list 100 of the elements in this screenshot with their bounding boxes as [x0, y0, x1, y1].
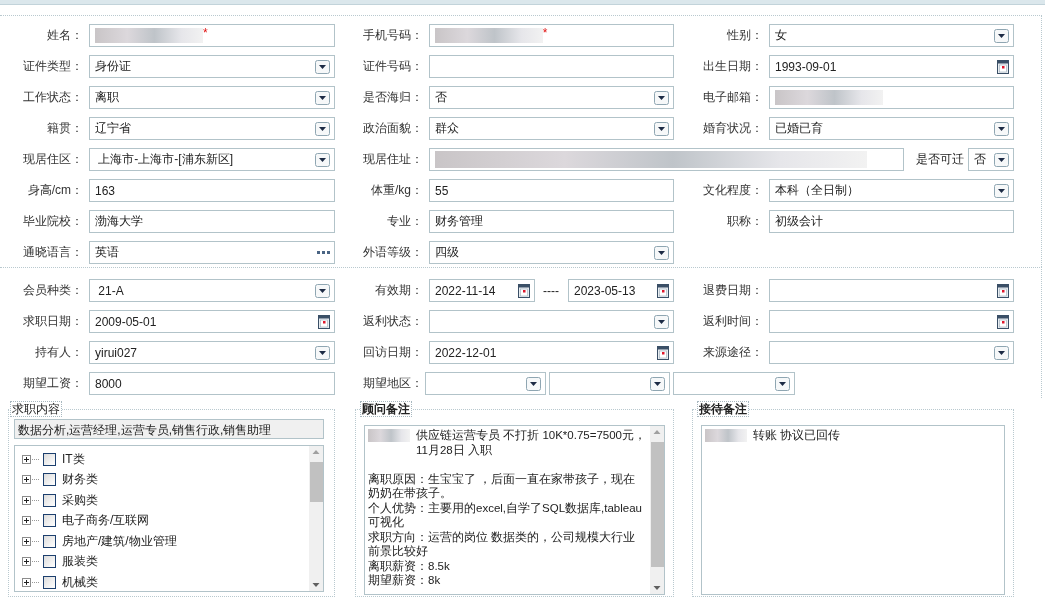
- note-text: 转账 协议已回传: [753, 428, 842, 443]
- scrollbar-thumb[interactable]: [650, 442, 664, 567]
- text-field[interactable]: [429, 148, 904, 171]
- tree-item[interactable]: 机械类: [62, 573, 98, 591]
- field-label: 性别：: [726, 27, 764, 44]
- tree-item[interactable]: 电子商务/互联网: [62, 512, 150, 530]
- field-label: 外语等级：: [362, 244, 424, 261]
- text-field[interactable]: *: [89, 24, 335, 47]
- dropdown-field[interactable]: 女: [769, 24, 1014, 47]
- dropdown-field[interactable]: [673, 372, 795, 395]
- lookup-field[interactable]: 英语: [89, 241, 335, 264]
- field-label: 工作状态：: [22, 89, 84, 106]
- field-label: 体重/kg：: [370, 182, 424, 199]
- field-label: 毕业院校：: [22, 213, 84, 230]
- expand-icon[interactable]: [22, 577, 31, 587]
- dropdown-field[interactable]: yirui027: [89, 341, 335, 364]
- tree-item[interactable]: IT类: [62, 450, 85, 468]
- calendar-icon[interactable]: [318, 314, 330, 329]
- text-field[interactable]: 渤海大学: [89, 210, 335, 233]
- checkbox[interactable]: [43, 555, 56, 569]
- scrollbar[interactable]: [650, 426, 664, 594]
- field-label: 电子邮箱：: [702, 89, 764, 106]
- dropdown-field[interactable]: 已婚已育: [769, 117, 1014, 140]
- text-field[interactable]: 初级会计: [769, 210, 1014, 233]
- text-field[interactable]: *: [429, 24, 674, 47]
- note-text: 离职薪资：8.5k: [368, 558, 451, 573]
- checkbox[interactable]: [43, 493, 56, 507]
- field-label: 政治面貌：: [362, 120, 424, 137]
- field-label: 身高/cm：: [26, 182, 84, 199]
- notes-field[interactable]: 供应链运营专员 不打折 10K*0.75=7500元，11月28日 入职 离职原因：生宝宝了 ，后面一直在家带孩子，现在奶奶在带孩子。 个人优势：主要用的excel,自学了SQL数据库,tableau可视化 求职方向：运营的岗位 数据类的，公司规模大行业前景比较好 离职薪资：8.5k 期望薪资：8k: [364, 425, 665, 595]
- blurred-text: [368, 429, 410, 442]
- dropdown-field[interactable]: 辽宁省: [89, 117, 335, 140]
- expand-icon[interactable]: [22, 495, 31, 505]
- field-label: 通晓语言：: [22, 244, 84, 261]
- date-field[interactable]: 2009-05-01: [89, 310, 335, 333]
- dropdown-field[interactable]: 身份证: [89, 55, 335, 78]
- field-label: 会员种类：: [22, 282, 84, 299]
- dropdown-field[interactable]: 否: [968, 148, 1014, 171]
- scrollbar[interactable]: [309, 446, 323, 591]
- field-label: 求职日期：: [22, 313, 84, 330]
- date-field[interactable]: [769, 279, 1014, 302]
- field-label: 籍贯：: [46, 120, 84, 137]
- field-label: 是否可迁: [915, 151, 965, 168]
- calendar-icon[interactable]: [997, 59, 1009, 74]
- text-field[interactable]: [429, 55, 674, 78]
- dropdown-field[interactable]: 上海市-上海市-[浦东新区]: [89, 148, 335, 171]
- dropdown-field[interactable]: 否: [429, 86, 674, 109]
- dropdown-field[interactable]: [425, 372, 546, 395]
- notes-field[interactable]: 转账 协议已回传: [701, 425, 1005, 595]
- field-label: 退费日期：: [702, 282, 764, 299]
- date-field[interactable]: 1993-09-01: [769, 55, 1014, 78]
- dropdown-field[interactable]: [549, 372, 670, 395]
- field-label: 期望工资：: [22, 375, 84, 392]
- text-field[interactable]: 8000: [89, 372, 335, 395]
- calendar-icon[interactable]: [518, 283, 530, 298]
- dropdown-field[interactable]: [769, 341, 1014, 364]
- selection-summary-field[interactable]: 数据分析,运营经理,运营专员,销售行政,销售助理: [14, 419, 324, 439]
- text-field[interactable]: [769, 86, 1014, 109]
- tree-item[interactable]: 房地产/建筑/物业管理: [62, 532, 177, 550]
- note-text: 供应链运营专员 不打折 10K*0.75=7500元，11月28日 入职: [416, 428, 647, 457]
- dropdown-field[interactable]: [429, 310, 674, 333]
- panel-title: 求职内容: [10, 401, 62, 417]
- checkbox[interactable]: [43, 514, 56, 528]
- scrollbar-thumb[interactable]: [309, 462, 323, 502]
- tree-item[interactable]: 财务类: [62, 471, 98, 489]
- checkbox[interactable]: [43, 534, 56, 548]
- calendar-icon[interactable]: [997, 314, 1009, 329]
- calendar-icon[interactable]: [997, 283, 1009, 298]
- checkbox[interactable]: [43, 452, 56, 466]
- expand-icon[interactable]: [22, 557, 31, 567]
- dropdown-field[interactable]: 本科（全日制）: [769, 179, 1014, 202]
- dropdown-field[interactable]: 离职: [89, 86, 335, 109]
- field-label: 回访日期：: [362, 344, 424, 361]
- text-field[interactable]: 财务管理: [429, 210, 674, 233]
- calendar-icon[interactable]: [657, 345, 669, 360]
- checkbox[interactable]: [43, 575, 56, 589]
- tree-item[interactable]: 采购类: [62, 491, 98, 509]
- field-label: 有效期：: [374, 282, 424, 299]
- date-field[interactable]: 2022-11-14: [429, 279, 535, 302]
- text-field[interactable]: 55: [429, 179, 674, 202]
- expand-icon[interactable]: [22, 536, 31, 546]
- dropdown-field[interactable]: 四级: [429, 241, 674, 264]
- ellipsis-icon[interactable]: [317, 250, 330, 255]
- date-field[interactable]: 2023-05-13: [568, 279, 674, 302]
- date-field[interactable]: [769, 310, 1014, 333]
- expand-icon[interactable]: [22, 454, 31, 464]
- calendar-icon[interactable]: [657, 283, 669, 298]
- tree-item[interactable]: 服装类: [62, 553, 98, 571]
- panel-title: 接待备注: [697, 401, 749, 417]
- expand-icon[interactable]: [22, 516, 31, 526]
- field-label: 婚育状况：: [702, 120, 764, 137]
- expand-icon[interactable]: [22, 475, 31, 485]
- text-field[interactable]: 163: [89, 179, 335, 202]
- dropdown-field[interactable]: 21-A: [89, 279, 335, 302]
- field-label: 姓名：: [46, 27, 84, 44]
- field-label: 返利状态：: [362, 313, 424, 330]
- date-field[interactable]: 2022-12-01: [429, 341, 674, 364]
- dropdown-field[interactable]: 群众: [429, 117, 674, 140]
- checkbox[interactable]: [43, 473, 56, 487]
- note-text: 期望薪资：8k: [368, 573, 442, 588]
